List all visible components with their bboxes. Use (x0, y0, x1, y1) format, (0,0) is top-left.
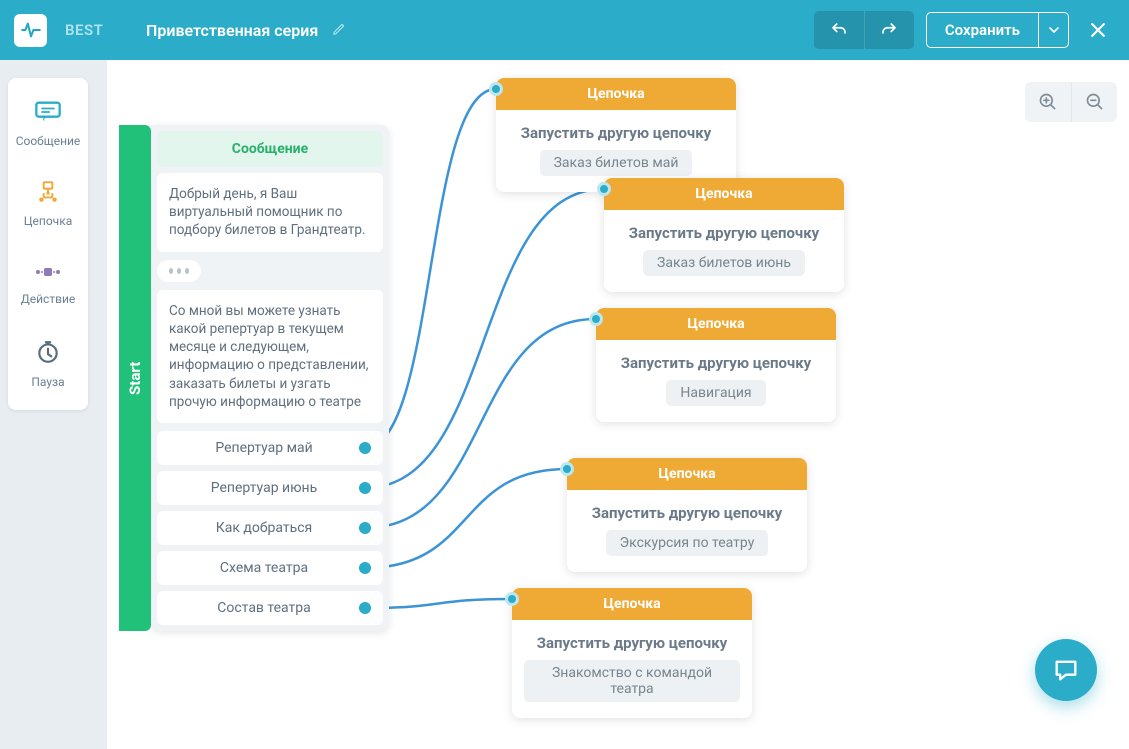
start-card: Сообщение Добрый день, я Ваш виртуальный… (151, 125, 389, 631)
save-button-group: Сохранить (926, 12, 1069, 48)
tool-action-label: Действие (21, 292, 76, 306)
start-option-label: Состав театра (169, 600, 359, 616)
chain-node[interactable]: Цепочка Запустить другую цепочку Экскурс… (567, 458, 807, 572)
chain-value: Экскурсия по театру (606, 530, 769, 556)
pulse-icon (21, 22, 41, 38)
start-option-label: Репертуар май (169, 440, 359, 456)
chain-action-title: Запустить другую цепочку (508, 124, 724, 142)
tool-message-label: Сообщение (16, 134, 81, 148)
canvas-inner: Start Сообщение Добрый день, я Ваш вирту… (107, 60, 1129, 749)
output-port[interactable] (359, 442, 371, 454)
chain-action-title: Запустить другую цепочку (616, 224, 832, 242)
flow-canvas[interactable]: Start Сообщение Добрый день, я Ваш вирту… (107, 60, 1129, 749)
tool-pause-label: Пауза (31, 375, 64, 389)
zoom-out-icon (1085, 92, 1105, 112)
chain-action-title: Запустить другую цепочку (608, 354, 824, 372)
save-dropdown-button[interactable] (1038, 13, 1068, 47)
chat-bubble-icon (1052, 656, 1080, 684)
chain-action-title: Запустить другую цепочку (524, 634, 740, 652)
chain-value: Заказ билетов май (540, 150, 693, 176)
chain-header: Цепочка (567, 458, 807, 490)
start-options: Репертуар май Репертуар июнь Как добраться… (157, 431, 383, 625)
chain-value: Навигация (666, 380, 765, 406)
chain-body: Запустить другую цепочку Знакомство с ко… (512, 620, 752, 718)
typing-indicator (157, 260, 201, 282)
top-bar: BEST Приветственная серия Сохранить (0, 0, 1129, 60)
output-port[interactable] (359, 522, 371, 534)
zoom-in-button[interactable] (1025, 82, 1071, 122)
chain-node[interactable]: Цепочка Запустить другую цепочку Заказ б… (496, 78, 736, 192)
chain-node[interactable]: Цепочка Запустить другую цепочку Знакомс… (512, 588, 752, 718)
start-badge: Start (119, 125, 151, 631)
close-icon (1088, 20, 1108, 40)
start-option[interactable]: Схема театра (157, 551, 383, 585)
pause-icon (35, 339, 61, 369)
chevron-down-icon (1049, 27, 1059, 33)
output-port[interactable] (359, 562, 371, 574)
start-option-label: Репертуар июнь (169, 480, 359, 496)
start-option-label: Как добраться (169, 520, 359, 536)
start-option[interactable]: Репертуар июнь (157, 471, 383, 505)
tool-action[interactable]: Действие (8, 244, 88, 324)
redo-icon (878, 21, 900, 39)
input-port[interactable] (489, 82, 503, 96)
chain-header: Цепочка (596, 308, 836, 340)
zoom-in-icon (1038, 92, 1058, 112)
start-option[interactable]: Как добраться (157, 511, 383, 545)
message-icon (34, 100, 62, 128)
tool-palette: Сообщение Цепочка Действие Пауза (8, 78, 88, 410)
close-button[interactable] (1081, 13, 1115, 47)
chain-header: Цепочка (496, 78, 736, 110)
start-option-label: Схема театра (169, 560, 359, 576)
tool-chain-label: Цепочка (24, 214, 72, 228)
start-header: Сообщение (157, 131, 383, 167)
tool-message[interactable]: Сообщение (8, 84, 88, 164)
input-port[interactable] (505, 592, 519, 606)
app-logo[interactable] (14, 14, 47, 47)
tool-chain[interactable]: Цепочка (8, 164, 88, 244)
flow-title[interactable]: Приветственная серия (146, 0, 346, 60)
history-buttons (814, 11, 914, 49)
undo-button[interactable] (814, 11, 864, 49)
tool-pause[interactable]: Пауза (8, 324, 88, 404)
chain-icon (34, 180, 62, 208)
start-message-2: Со мной вы можете узнать какой репертуар… (157, 290, 383, 423)
chain-node[interactable]: Цепочка Запустить другую цепочку Заказ б… (604, 178, 844, 292)
chain-body: Запустить другую цепочку Заказ билетов и… (604, 210, 844, 292)
output-port[interactable] (359, 482, 371, 494)
chain-body: Запустить другую цепочку Экскурсия по те… (567, 490, 807, 572)
start-node[interactable]: Start Сообщение Добрый день, я Ваш вирту… (119, 125, 389, 631)
chain-body: Запустить другую цепочку Навигация (596, 340, 836, 422)
help-fab[interactable] (1035, 639, 1097, 701)
start-message-1: Добрый день, я Ваш виртуальный помощник … (157, 173, 383, 252)
flow-title-text: Приветственная серия (146, 21, 318, 40)
zoom-controls (1025, 82, 1117, 122)
start-option[interactable]: Репертуар май (157, 431, 383, 465)
brand-name: BEST (65, 21, 103, 39)
input-port[interactable] (560, 462, 574, 476)
chain-value: Заказ билетов июнь (643, 250, 805, 276)
chain-value: Знакомство с командой театра (524, 660, 740, 702)
input-port[interactable] (589, 312, 603, 326)
save-button[interactable]: Сохранить (927, 13, 1038, 47)
start-option[interactable]: Состав театра (157, 591, 383, 625)
redo-button[interactable] (864, 11, 914, 49)
chain-node[interactable]: Цепочка Запустить другую цепочку Навигац… (596, 308, 836, 422)
edit-title-icon[interactable] (332, 21, 346, 40)
chain-header: Цепочка (512, 588, 752, 620)
zoom-out-button[interactable] (1071, 82, 1117, 122)
chain-action-title: Запустить другую цепочку (579, 504, 795, 522)
output-port[interactable] (359, 602, 371, 614)
input-port[interactable] (597, 182, 611, 196)
top-right-controls: Сохранить (814, 0, 1129, 60)
action-icon (34, 262, 62, 286)
chain-header: Цепочка (604, 178, 844, 210)
undo-icon (828, 21, 850, 39)
